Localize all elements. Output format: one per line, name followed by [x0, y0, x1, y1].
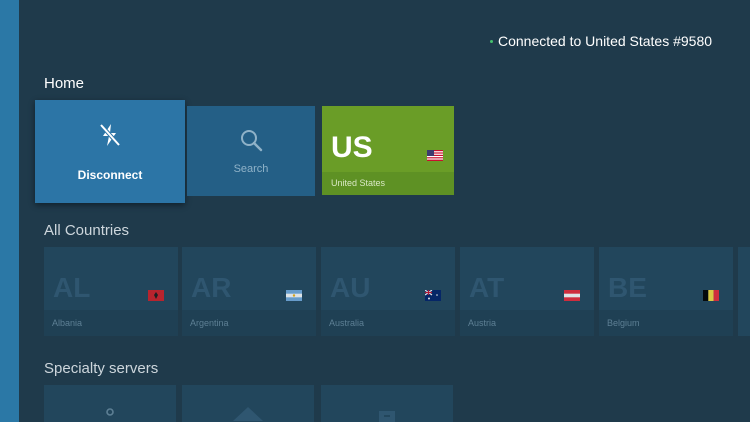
search-label: Search — [233, 162, 269, 175]
country-code: AT — [469, 272, 505, 303]
country-code: AU — [330, 272, 371, 303]
search-button[interactable]: Search — [187, 106, 315, 196]
flag-be-icon — [703, 288, 719, 306]
side-rail — [0, 0, 19, 422]
country-name: Belgium — [599, 310, 733, 336]
disconnect-label: Disconnect — [77, 168, 143, 182]
country-code: AL — [53, 272, 91, 303]
country-tile-australia[interactable]: AU Australia — [321, 247, 455, 336]
country-name: United States — [322, 172, 454, 195]
section-title-specialty-servers: Specialty servers — [44, 360, 159, 377]
flag-al-icon — [148, 288, 164, 306]
specialty-tile-location[interactable] — [44, 385, 176, 422]
country-tile-partial[interactable] — [738, 247, 750, 336]
flag-au-icon — [424, 288, 441, 306]
flag-at-icon — [564, 288, 580, 306]
power-off-bolt-icon — [96, 121, 124, 154]
search-icon — [239, 128, 263, 157]
specialty-tile-dedicated[interactable] — [182, 385, 314, 422]
country-name: Albania — [44, 310, 178, 336]
country-name: Argentina — [182, 310, 316, 336]
country-tile-belgium[interactable]: BE Belgium — [599, 247, 733, 336]
section-title-home: Home — [44, 75, 85, 92]
country-tile-albania[interactable]: AL Albania — [44, 247, 178, 336]
country-tile-argentina[interactable]: AR Argentina — [182, 247, 316, 336]
specialty-tile-server[interactable] — [321, 385, 453, 422]
connection-status: Connected to United States #9580 — [490, 33, 712, 49]
diamond-icon — [231, 405, 265, 422]
server-icon — [377, 409, 397, 422]
country-code: US — [331, 131, 373, 164]
country-tile-austria[interactable]: AT Austria — [460, 247, 594, 336]
country-code: BE — [608, 272, 647, 303]
country-name: Australia — [321, 310, 455, 336]
country-code: AR — [191, 272, 232, 303]
status-dot-icon — [490, 39, 493, 43]
flag-ar-icon — [286, 288, 302, 306]
disconnect-button[interactable]: Disconnect — [35, 100, 185, 203]
country-name: Austria — [460, 310, 594, 336]
flag-us-icon — [427, 148, 443, 166]
current-country-tile[interactable]: US United States — [322, 106, 454, 195]
section-title-all-countries: All Countries — [44, 222, 130, 239]
connection-status-text: Connected to United States #9580 — [498, 33, 713, 49]
location-pin-icon — [104, 407, 116, 422]
